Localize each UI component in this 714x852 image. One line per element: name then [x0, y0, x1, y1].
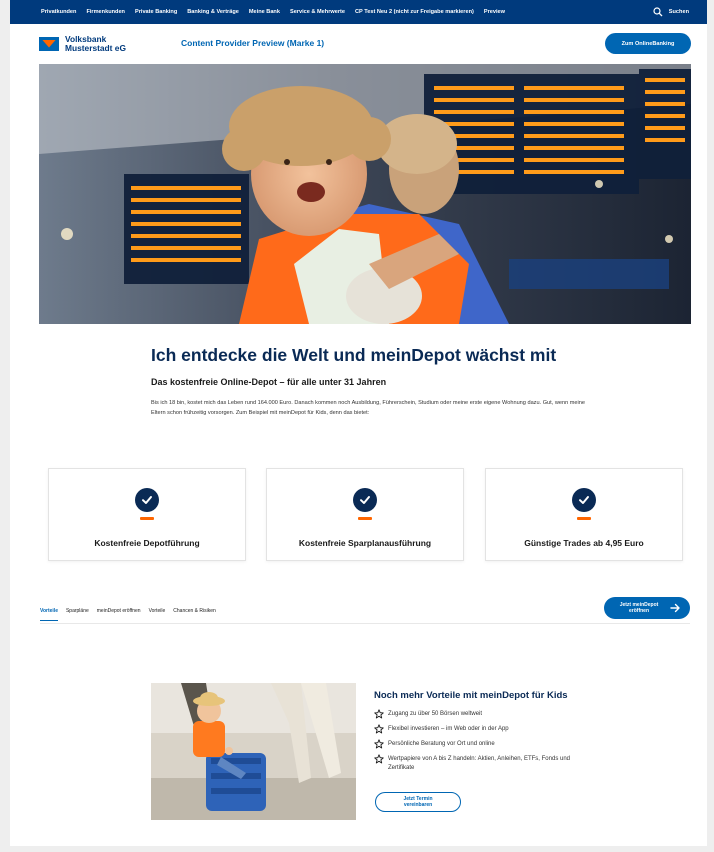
- kids-section-title: Noch mehr Vorteile mit meinDepot für Kid…: [374, 690, 568, 701]
- hero-image: [39, 64, 691, 324]
- tab-chancen-risiken[interactable]: Chancen & Risiken: [173, 608, 216, 621]
- feature-card-sparplan: Kostenfreie Sparplanausführung: [266, 468, 464, 561]
- list-item-text: Persönliche Beratung vor Ort und online: [388, 741, 495, 747]
- search-icon: [653, 7, 663, 17]
- accent-bar: [358, 517, 372, 520]
- list-item: Zugang zu über 50 Börsen weltweit: [374, 709, 594, 719]
- intro-paragraph: Bis ich 18 bin, kostet mich das Leben ru…: [151, 400, 585, 416]
- top-navigation: Privatkunden Firmenkunden Private Bankin…: [10, 0, 707, 24]
- tabs-divider: [40, 623, 690, 624]
- check-icon: [572, 488, 596, 512]
- page: Privatkunden Firmenkunden Private Bankin…: [10, 0, 707, 846]
- star-icon: [374, 754, 384, 764]
- check-icon: [353, 488, 377, 512]
- tab-sparplaene[interactable]: Sparpläne: [66, 608, 89, 621]
- nav-item-cp-test[interactable]: CP Test Neu 2 (nicht zur Freigabe markie…: [355, 9, 474, 15]
- list-item: Flexibel investieren – im Web oder in de…: [374, 724, 594, 734]
- bank-logo[interactable]: Volksbank Musterstadt eG: [39, 35, 126, 52]
- feature-card-depotfuehrung: Kostenfreie Depotführung: [48, 468, 246, 561]
- header: Volksbank Musterstadt eG Content Provide…: [10, 24, 707, 64]
- kids-image: [151, 683, 356, 820]
- tab-vorteile-2[interactable]: Vorteile: [149, 608, 166, 621]
- header-title: Content Provider Preview (Marke 1): [181, 38, 325, 48]
- page-title: Ich entdecke die Welt und meinDepot wäch…: [151, 345, 557, 365]
- feature-label: Kostenfreie Depotführung: [94, 538, 200, 548]
- accent-bar: [140, 517, 154, 520]
- nav-item-privatkunden[interactable]: Privatkunden: [41, 9, 76, 15]
- book-appointment-button[interactable]: Jetzt Termin vereinbaren: [375, 792, 461, 812]
- online-banking-button[interactable]: Zum OnlineBanking: [605, 33, 691, 54]
- open-depot-button[interactable]: Jetzt meinDepot eröffnen: [604, 597, 690, 619]
- nav-item-preview[interactable]: Preview: [484, 9, 505, 15]
- list-item: Persönliche Beratung vor Ort und online: [374, 739, 594, 749]
- list-item-text: Zugang zu über 50 Börsen weltweit: [388, 711, 483, 717]
- logo-mark-icon: [39, 36, 59, 51]
- accent-bar: [577, 517, 591, 520]
- list-item: Wertpapiere von A bis Z handeln: Aktien,…: [374, 754, 594, 772]
- page-subtitle: Das kostenfreie Online-Depot – für alle …: [151, 377, 387, 387]
- list-item-text: Wertpapiere von A bis Z handeln: Aktien,…: [388, 756, 570, 771]
- section-tabs: Vorteile Sparpläne meinDepot eröffnen Vo…: [40, 608, 224, 621]
- nav-item-private-banking[interactable]: Private Banking: [135, 9, 177, 15]
- search-label: Suchen: [668, 9, 689, 15]
- nav-item-meine-bank[interactable]: Meine Bank: [249, 9, 280, 15]
- tab-meindepot-eroeffnen[interactable]: meinDepot eröffnen: [97, 608, 141, 621]
- nav-item-banking-vertraege[interactable]: Banking & Verträge: [187, 9, 239, 15]
- logo-line2: Musterstadt eG: [65, 42, 126, 53]
- tab-vorteile[interactable]: Vorteile: [40, 608, 58, 621]
- nav-item-service[interactable]: Service & Mehrwerte: [290, 9, 345, 15]
- feature-card-trades: Günstige Trades ab 4,95 Euro: [485, 468, 683, 561]
- feature-label: Günstige Trades ab 4,95 Euro: [524, 538, 644, 548]
- star-icon: [374, 724, 384, 734]
- nav-item-firmenkunden[interactable]: Firmenkunden: [86, 9, 125, 15]
- star-icon: [374, 739, 384, 749]
- list-item-text: Flexibel investieren – im Web oder in de…: [388, 726, 509, 732]
- star-icon: [374, 709, 384, 719]
- feature-label: Kostenfreie Sparplanausführung: [298, 538, 432, 548]
- book-appointment-line2: vereinbaren: [403, 802, 433, 808]
- kids-benefits-list: Zugang zu über 50 Börsen weltweit Flexib…: [374, 709, 594, 779]
- open-depot-label-line2: eröffnen: [629, 608, 649, 614]
- arrow-right-icon: [670, 603, 680, 613]
- search-button[interactable]: Suchen: [653, 0, 689, 24]
- check-icon: [135, 488, 159, 512]
